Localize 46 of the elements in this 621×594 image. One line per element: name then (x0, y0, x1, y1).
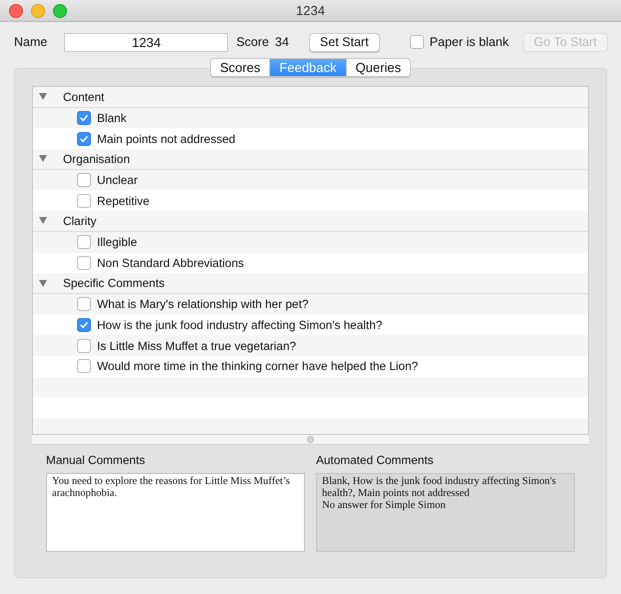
group-label: Specific Comments (63, 276, 165, 290)
group-label: Content (63, 90, 104, 104)
tab[interactable]: Scores (210, 59, 270, 76)
automated-comments-field[interactable]: Blank, How is the junk food industry affecting Simon's health?, Main points not addressed No answer for Simple Simon (316, 473, 575, 552)
checkbox[interactable] (77, 359, 91, 374)
checkbox[interactable] (77, 318, 91, 332)
checkbox-label: Main points not addressed (97, 132, 236, 146)
score-label: Score (236, 35, 269, 49)
checkbox-label: Blank (97, 111, 127, 126)
group-label: Organisation (63, 152, 130, 166)
checkbox-label: Non Standard Abbreviations (97, 256, 244, 270)
checkbox[interactable] (77, 132, 91, 146)
checkbox-label: Repetitive (97, 194, 150, 208)
name-field[interactable]: 1234 (64, 32, 228, 52)
disclosure-triangle-icon[interactable] (39, 93, 47, 100)
disclosure-triangle-icon[interactable] (39, 155, 47, 162)
close-button[interactable] (9, 4, 23, 18)
minimize-button[interactable] (31, 4, 45, 18)
checkbox[interactable] (77, 256, 91, 270)
section-heading: Automated Comments (316, 453, 434, 467)
checkbox-label: What is Mary's relationship with her pet? (97, 297, 308, 312)
checkbox[interactable] (77, 111, 91, 126)
checkbox[interactable] (410, 35, 424, 49)
checkbox-label: Would more time in the thinking corner have helped the Lion? (97, 359, 418, 374)
score-value: 34 (275, 35, 289, 49)
manual-comments-field[interactable]: You need to explore the reasons for Little Miss Muffet’s arachnophobia. (46, 473, 305, 552)
name-label: Name (14, 35, 48, 49)
checkbox[interactable] (77, 297, 91, 312)
group-label: Clarity (63, 214, 96, 228)
section-heading: Manual Comments (46, 453, 146, 467)
checkbox-label: How is the junk food industry affecting Simon's health? (97, 318, 382, 332)
checkbox-label: Paper is blank (430, 35, 509, 49)
zoom-button[interactable] (53, 4, 67, 18)
splitter-handle[interactable] (307, 436, 314, 443)
checkbox[interactable] (77, 173, 91, 188)
checkbox[interactable] (77, 194, 91, 208)
set-start-button[interactable]: Set Start (308, 32, 380, 52)
checkbox-label: Is Little Miss Muffet a true vegetarian? (97, 338, 296, 353)
checkbox-label: Unclear (97, 173, 138, 188)
disclosure-triangle-icon[interactable] (39, 280, 47, 287)
window-title: 1234 (296, 3, 325, 18)
checkbox[interactable] (77, 235, 91, 250)
checkbox-label: Illegible (97, 235, 138, 250)
checkbox[interactable] (77, 338, 91, 353)
disclosure-triangle-icon[interactable] (39, 217, 47, 224)
tab[interactable]: Queries (346, 59, 410, 76)
